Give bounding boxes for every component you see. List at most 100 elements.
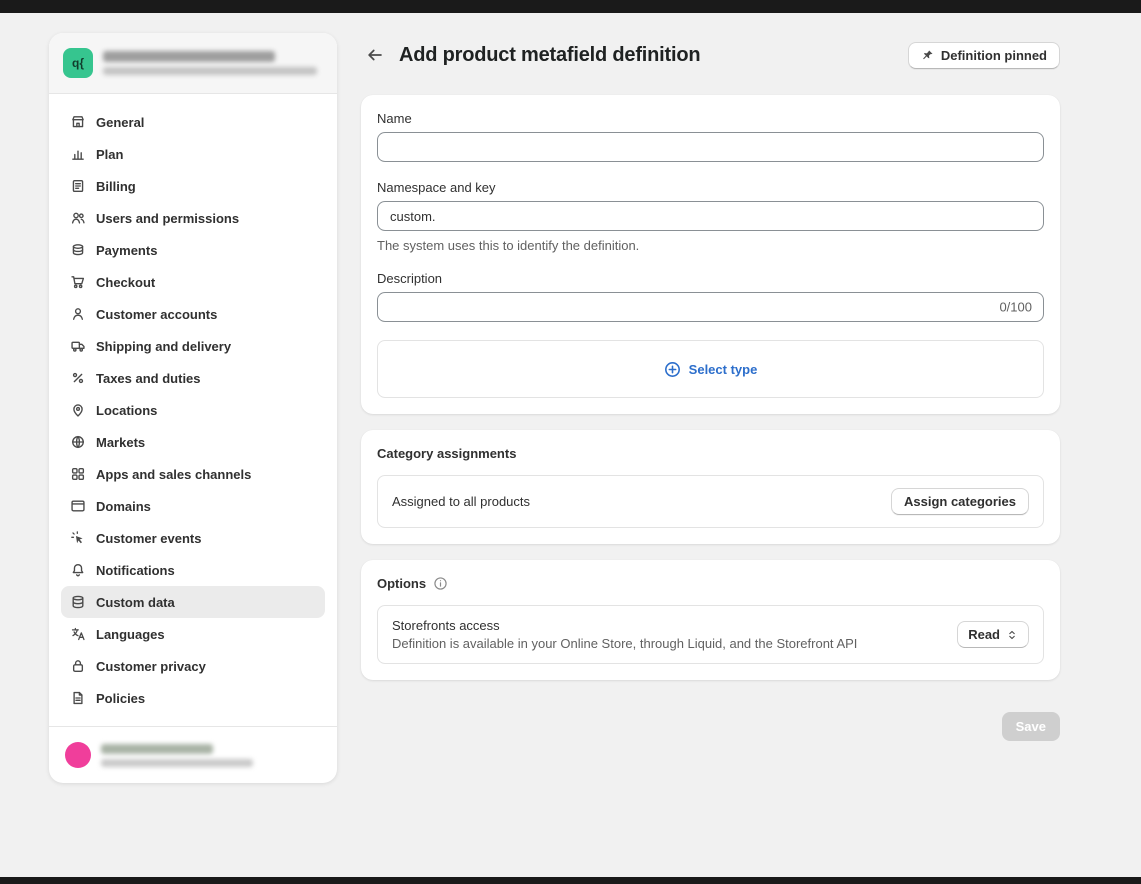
description-label: Description bbox=[377, 271, 1044, 286]
grid-icon bbox=[69, 466, 87, 482]
sidebar-item-languages[interactable]: Languages bbox=[61, 618, 325, 650]
options-title: Options bbox=[377, 576, 426, 591]
namespace-key-input[interactable] bbox=[377, 201, 1044, 231]
namespace-help-text: The system uses this to identify the def… bbox=[377, 238, 1044, 253]
sidebar-item-label: Customer accounts bbox=[96, 307, 217, 322]
sidebar-item-label: Users and permissions bbox=[96, 211, 239, 226]
globe-icon bbox=[69, 434, 87, 450]
name-label: Name bbox=[377, 111, 1044, 126]
top-window-bar bbox=[0, 0, 1141, 13]
sidebar-item-apps-sales-channels[interactable]: Apps and sales channels bbox=[61, 458, 325, 490]
chevron-updown-icon bbox=[1006, 629, 1018, 641]
sidebar-item-users-permissions[interactable]: Users and permissions bbox=[61, 202, 325, 234]
sidebar-item-label: Policies bbox=[96, 691, 145, 706]
settings-sidebar: q{ General Plan bbox=[49, 33, 337, 783]
storefronts-access-description: Definition is available in your Online S… bbox=[392, 636, 945, 651]
sidebar-item-label: Plan bbox=[96, 147, 123, 162]
storefronts-access-title: Storefronts access bbox=[392, 618, 945, 633]
name-input[interactable] bbox=[377, 132, 1044, 162]
storefronts-access-value: Read bbox=[968, 627, 1000, 642]
receipt-icon bbox=[69, 178, 87, 194]
sidebar-item-notifications[interactable]: Notifications bbox=[61, 554, 325, 586]
definition-pinned-label: Definition pinned bbox=[941, 48, 1047, 63]
description-char-counter: 0/100 bbox=[999, 300, 1032, 315]
storefronts-access-row: Storefronts access Definition is availab… bbox=[377, 605, 1044, 664]
main-content: Add product metafield definition Definit… bbox=[361, 33, 1060, 765]
store-avatar: q{ bbox=[63, 48, 93, 78]
options-card: Options Storefronts access Definition is… bbox=[361, 560, 1060, 680]
sidebar-item-policies[interactable]: Policies bbox=[61, 682, 325, 714]
sidebar-item-label: Taxes and duties bbox=[96, 371, 201, 386]
sidebar-item-label: Markets bbox=[96, 435, 145, 450]
description-field: Description 0/100 bbox=[377, 271, 1044, 322]
page-title: Add product metafield definition bbox=[399, 44, 700, 67]
sidebar-item-locations[interactable]: Locations bbox=[61, 394, 325, 426]
settings-layout: q{ General Plan bbox=[0, 13, 1141, 783]
sidebar-item-taxes-duties[interactable]: Taxes and duties bbox=[61, 362, 325, 394]
sidebar-item-label: Domains bbox=[96, 499, 151, 514]
storefronts-access-text: Storefronts access Definition is availab… bbox=[392, 618, 945, 651]
select-type-button[interactable]: Select type bbox=[664, 361, 758, 378]
info-icon[interactable] bbox=[433, 576, 448, 591]
namespace-field: Namespace and key The system uses this t… bbox=[377, 180, 1044, 253]
bell-icon bbox=[69, 562, 87, 578]
truck-icon bbox=[69, 338, 87, 354]
users-icon bbox=[69, 210, 87, 226]
user-identity-redacted bbox=[101, 744, 321, 767]
sidebar-item-general[interactable]: General bbox=[61, 106, 325, 138]
sidebar-item-label: Shipping and delivery bbox=[96, 339, 231, 354]
sidebar-item-plan[interactable]: Plan bbox=[61, 138, 325, 170]
category-assignments-row: Assigned to all products Assign categori… bbox=[377, 475, 1044, 528]
definition-form-card: Name Namespace and key The system uses t… bbox=[361, 95, 1060, 414]
sidebar-item-customer-accounts[interactable]: Customer accounts bbox=[61, 298, 325, 330]
sidebar-item-shipping-delivery[interactable]: Shipping and delivery bbox=[61, 330, 325, 362]
document-icon bbox=[69, 690, 87, 706]
sidebar-item-label: Checkout bbox=[96, 275, 155, 290]
back-button[interactable] bbox=[361, 41, 389, 69]
sidebar-item-label: Notifications bbox=[96, 563, 175, 578]
description-input-wrap: 0/100 bbox=[377, 292, 1044, 322]
cards-column: Name Namespace and key The system uses t… bbox=[361, 95, 1060, 765]
percent-icon bbox=[69, 370, 87, 386]
cursor-icon bbox=[69, 530, 87, 546]
sidebar-item-label: General bbox=[96, 115, 144, 130]
store-domain-redacted bbox=[103, 67, 317, 75]
category-assignments-title: Category assignments bbox=[377, 446, 1044, 461]
store-identity-redacted bbox=[103, 51, 323, 75]
user-footer[interactable] bbox=[49, 726, 337, 783]
sidebar-item-label: Payments bbox=[96, 243, 157, 258]
namespace-label: Namespace and key bbox=[377, 180, 1044, 195]
map-pin-icon bbox=[69, 402, 87, 418]
sidebar-item-customer-events[interactable]: Customer events bbox=[61, 522, 325, 554]
assign-categories-button[interactable]: Assign categories bbox=[891, 488, 1029, 515]
store-header[interactable]: q{ bbox=[49, 33, 337, 94]
sidebar-item-customer-privacy[interactable]: Customer privacy bbox=[61, 650, 325, 682]
chart-icon bbox=[69, 146, 87, 162]
sidebar-item-label: Customer privacy bbox=[96, 659, 206, 674]
definition-pinned-button[interactable]: Definition pinned bbox=[908, 42, 1060, 69]
sidebar-item-checkout[interactable]: Checkout bbox=[61, 266, 325, 298]
sidebar-item-payments[interactable]: Payments bbox=[61, 234, 325, 266]
lock-icon bbox=[69, 658, 87, 674]
description-input[interactable] bbox=[377, 292, 1044, 322]
assign-categories-label: Assign categories bbox=[904, 494, 1016, 509]
assigned-to-text: Assigned to all products bbox=[392, 494, 879, 509]
sidebar-item-markets[interactable]: Markets bbox=[61, 426, 325, 458]
store-icon bbox=[69, 114, 87, 130]
pin-icon bbox=[921, 49, 934, 62]
storefronts-access-select[interactable]: Read bbox=[957, 621, 1029, 648]
coins-icon bbox=[69, 242, 87, 258]
sidebar-item-label: Customer events bbox=[96, 531, 201, 546]
select-type-label: Select type bbox=[689, 362, 758, 377]
sidebar-item-label: Locations bbox=[96, 403, 157, 418]
plus-circle-icon bbox=[664, 361, 681, 378]
cart-icon bbox=[69, 274, 87, 290]
user-email-redacted bbox=[101, 759, 253, 767]
sidebar-item-billing[interactable]: Billing bbox=[61, 170, 325, 202]
person-icon bbox=[69, 306, 87, 322]
sidebar-item-domains[interactable]: Domains bbox=[61, 490, 325, 522]
settings-nav: General Plan Billing Users and permissio… bbox=[49, 94, 337, 726]
sidebar-item-label: Custom data bbox=[96, 595, 175, 610]
save-button[interactable]: Save bbox=[1002, 712, 1060, 741]
sidebar-item-custom-data[interactable]: Custom data bbox=[61, 586, 325, 618]
